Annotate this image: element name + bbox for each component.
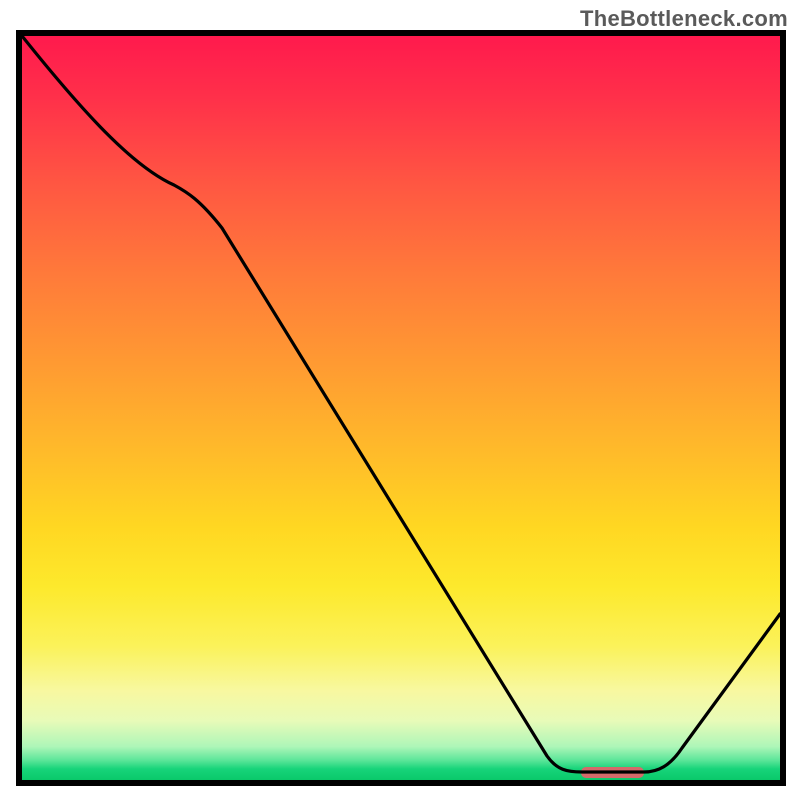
watermark-text: TheBottleneck.com bbox=[580, 6, 788, 32]
plot-area bbox=[22, 36, 780, 780]
chart-overlay bbox=[22, 36, 780, 780]
chart-container: TheBottleneck.com bbox=[0, 0, 800, 800]
bottleneck-curve bbox=[22, 36, 780, 772]
